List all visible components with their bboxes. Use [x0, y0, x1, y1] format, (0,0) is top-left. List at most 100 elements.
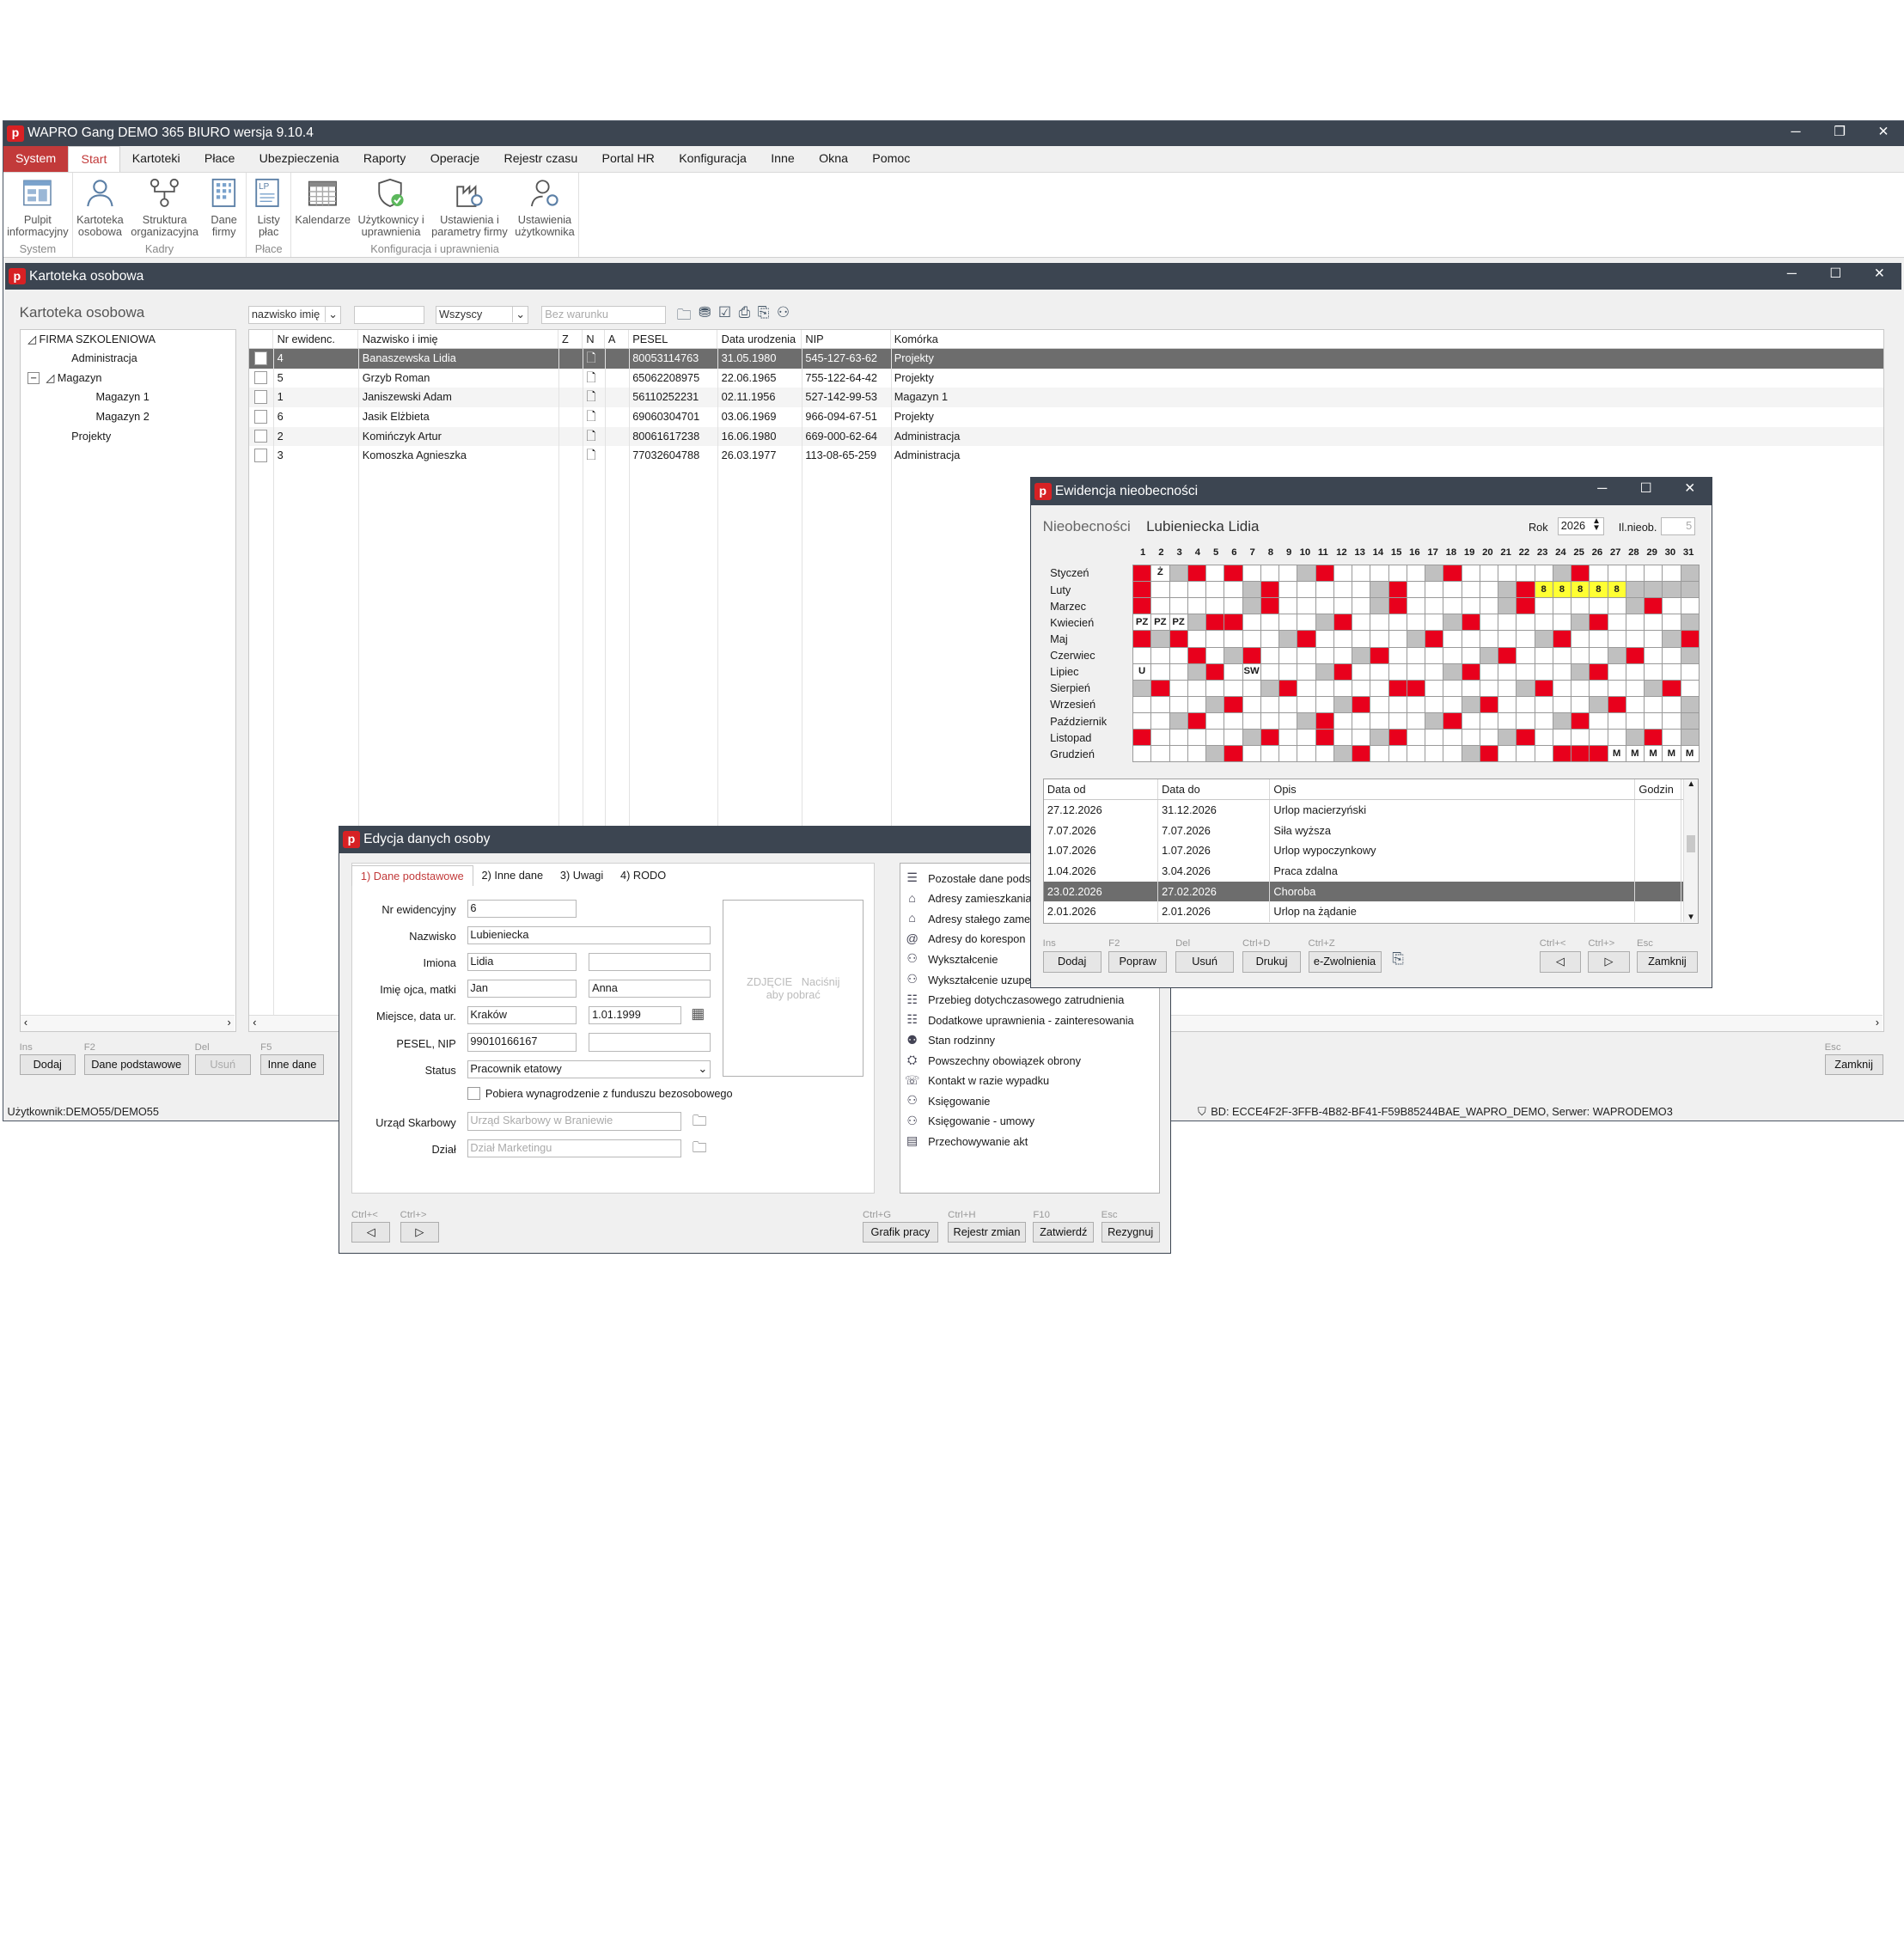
row-checkbox[interactable] [253, 449, 268, 462]
calendar-day-cell[interactable] [1187, 712, 1206, 730]
calendar-day-cell[interactable] [1352, 663, 1371, 681]
calendar-day-cell[interactable] [1589, 745, 1608, 763]
calendar-day-cell[interactable] [1625, 712, 1645, 730]
arrow-left-icon[interactable]: ‹ [253, 1016, 256, 1032]
calendar-day-cell[interactable] [1534, 646, 1553, 664]
calendar-day-cell[interactable] [1516, 695, 1535, 714]
calendar-day-cell[interactable] [1150, 663, 1170, 681]
calendar-day-cell[interactable] [1352, 630, 1371, 648]
close-icon[interactable]: ✕ [1862, 121, 1904, 145]
absence-mark[interactable]: Ż [1150, 564, 1170, 583]
col-z[interactable]: Z [558, 329, 583, 349]
search-input[interactable] [354, 305, 425, 324]
calendar-day-cell[interactable] [1425, 745, 1444, 763]
calendar-day-cell[interactable] [1187, 663, 1206, 681]
calendar-day-cell[interactable] [1370, 630, 1389, 648]
row-checkbox[interactable] [253, 390, 268, 404]
calendar-day-cell[interactable] [1333, 729, 1352, 747]
calendar-day-cell[interactable] [1224, 679, 1243, 697]
calendar-day-cell[interactable] [1406, 663, 1425, 681]
calendar-day-cell[interactable] [1461, 695, 1480, 714]
absence-row[interactable]: 2.01.2026 2.01.2026 Urlop na żądanie [1044, 901, 1699, 922]
calendar-day-cell[interactable] [1315, 729, 1334, 747]
calendar-day-cell[interactable] [1680, 729, 1700, 747]
calendar-day-cell[interactable] [1571, 614, 1590, 632]
calendar-day-cell[interactable] [1479, 614, 1498, 632]
father-name-input[interactable]: Jan [467, 980, 577, 998]
calendar-day-cell[interactable] [1498, 646, 1517, 664]
calendar-day-cell[interactable] [1169, 745, 1188, 763]
calendar-day-cell[interactable] [1187, 695, 1206, 714]
calendar-day-cell[interactable] [1169, 581, 1188, 599]
section-item[interactable]: ☷ Dodatkowe uprawnienia - zainteresowania [904, 1010, 1159, 1030]
calendar-day-cell[interactable] [1370, 712, 1389, 730]
calendar-day-cell[interactable] [1680, 679, 1700, 697]
calendar-day-cell[interactable] [1552, 729, 1571, 747]
table-row[interactable]: 5 Grzyb Roman 🗋 65062208975 22.06.1965 755-12… [249, 369, 1883, 388]
calendar-day-cell[interactable] [1388, 695, 1407, 714]
calendar-day-cell[interactable] [1187, 597, 1206, 615]
calendar-day-cell[interactable] [1278, 712, 1298, 730]
calendar-day-cell[interactable] [1680, 663, 1700, 681]
calendar-day-cell[interactable] [1662, 695, 1681, 714]
calendar-day-cell[interactable] [1242, 630, 1261, 648]
tree-node[interactable]: − ◿ Magazyn [21, 369, 235, 388]
calendar-day-cell[interactable] [1242, 729, 1261, 747]
calendar-day-cell[interactable] [1224, 597, 1243, 615]
row-checkbox[interactable] [253, 429, 268, 443]
document-icon[interactable]: 🗋 [586, 449, 595, 462]
calendar-day-cell[interactable] [1315, 679, 1334, 697]
col-nr[interactable]: Nr ewidenc. [273, 329, 359, 349]
calendar-day-cell[interactable] [1260, 663, 1279, 681]
col-nip[interactable]: NIP [802, 329, 891, 349]
spinner-arrows-icon[interactable]: ▲ ▼ [1592, 516, 1601, 533]
calendar-day-cell[interactable] [1242, 712, 1261, 730]
calendar-day-cell[interactable] [1662, 597, 1681, 615]
absence-mark[interactable]: 8 [1534, 581, 1553, 599]
arrow-up-icon[interactable]: ▲ [1687, 779, 1695, 789]
calendar-day-cell[interactable] [1278, 679, 1298, 697]
calendar-day-cell[interactable] [1443, 597, 1462, 615]
tab-rodo[interactable]: 4) RODO [612, 865, 674, 887]
calendar-day-cell[interactable] [1589, 646, 1608, 664]
menu-rejestr-czasu[interactable]: Rejestr czasu [491, 146, 589, 172]
absence-row[interactable]: 7.07.2026 7.07.2026 Siła wyższa [1044, 820, 1699, 841]
calendar-day-cell[interactable] [1260, 712, 1279, 730]
calendar-day-cell[interactable] [1516, 614, 1535, 632]
calendar-day-cell[interactable] [1625, 564, 1645, 583]
calendar-day-cell[interactable] [1224, 663, 1243, 681]
calendar-day-cell[interactable] [1388, 745, 1407, 763]
calendar-day-cell[interactable] [1297, 712, 1316, 730]
calendar-day-cell[interactable] [1205, 695, 1225, 714]
calendar-day-cell[interactable] [1278, 630, 1298, 648]
calendar-day-cell[interactable] [1315, 745, 1334, 763]
calendar-day-cell[interactable] [1479, 679, 1498, 697]
calendar-day-cell[interactable] [1625, 695, 1645, 714]
calendar-day-cell[interactable] [1352, 745, 1371, 763]
calendar-day-cell[interactable] [1479, 695, 1498, 714]
calendar-day-cell[interactable] [1187, 729, 1206, 747]
calendar-day-cell[interactable] [1297, 581, 1316, 599]
calendar-day-cell[interactable] [1169, 597, 1188, 615]
calendar-day-cell[interactable] [1662, 663, 1681, 681]
other-data-button[interactable]: Inne dane [260, 1053, 324, 1075]
calendar-day-cell[interactable] [1607, 729, 1626, 747]
calendar-day-cell[interactable] [1297, 663, 1316, 681]
menu-pomoc[interactable]: Pomoc [860, 146, 922, 172]
calendar-day-cell[interactable] [1516, 729, 1535, 747]
calendar-day-cell[interactable] [1425, 646, 1444, 664]
calendar-day-cell[interactable] [1552, 745, 1571, 763]
tab-inne-dane[interactable]: 2) Inne dane [473, 865, 552, 887]
calendar-day-cell[interactable] [1333, 581, 1352, 599]
calendar-day-cell[interactable] [1552, 712, 1571, 730]
calendar-day-cell[interactable] [1205, 712, 1225, 730]
calendar-day-cell[interactable] [1571, 712, 1590, 730]
absence-mark[interactable]: 8 [1589, 581, 1608, 599]
absence-row[interactable]: 23.02.2026 27.02.2026 Choroba [1043, 881, 1699, 902]
calendar-day-cell[interactable] [1406, 581, 1425, 599]
calendar-day-cell[interactable] [1516, 630, 1535, 648]
calendar-day-cell[interactable] [1479, 597, 1498, 615]
close-button[interactable]: Zamknij [1824, 1053, 1883, 1075]
calendar-day-cell[interactable] [1260, 679, 1279, 697]
status-select[interactable]: Pracownik etatowy ⌄ [467, 1059, 711, 1078]
